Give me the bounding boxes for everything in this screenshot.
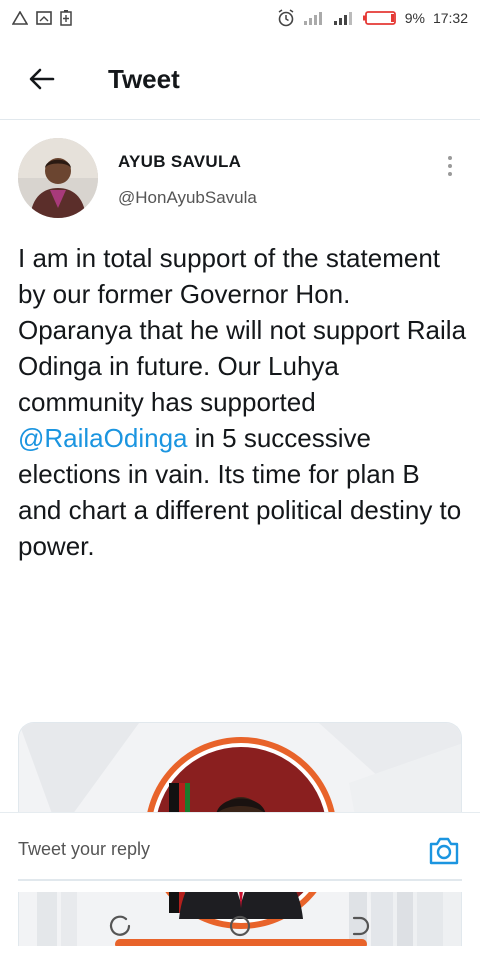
mention-link[interactable]: @RailaOdinga (18, 423, 187, 453)
nav-back-button[interactable] (340, 906, 380, 946)
more-vertical-icon (448, 156, 452, 160)
status-right-icons: 9% 17:32 (277, 9, 468, 27)
nav-back-icon (352, 916, 370, 936)
user-handle[interactable]: @HonAyubSavula (118, 188, 257, 208)
clock: 17:32 (432, 10, 468, 26)
back-button[interactable] (18, 55, 66, 103)
reply-input-underline (18, 879, 462, 881)
battery-icon (362, 11, 396, 25)
tweet-text: I am in total support of the statement b… (18, 240, 468, 564)
alarm-icon (278, 9, 294, 27)
more-vertical-icon-dot (448, 172, 452, 176)
system-nav-bar (0, 892, 480, 960)
warning-icon (12, 11, 28, 25)
header-divider (0, 119, 480, 120)
home-button[interactable] (220, 906, 260, 946)
home-icon (229, 915, 251, 937)
display-name[interactable]: AYUB SAVULA (118, 152, 241, 172)
camera-icon (429, 837, 459, 865)
more-vertical-icon-dot (448, 164, 452, 168)
tweet-text-before: I am in total support of the statement b… (18, 243, 467, 417)
avatar[interactable] (18, 138, 98, 218)
more-options-button[interactable] (436, 146, 464, 186)
page-title: Tweet (108, 63, 180, 94)
header: Tweet (0, 48, 480, 110)
reply-input[interactable]: Tweet your reply (18, 839, 150, 860)
status-left-icons (12, 10, 72, 26)
reply-bar: Tweet your reply (0, 812, 480, 892)
screenshot-icon (36, 11, 52, 25)
signal-sim1-icon (303, 12, 322, 25)
signal-sim2-icon (333, 12, 352, 25)
recent-apps-icon (109, 915, 131, 936)
arrow-left-icon (29, 68, 55, 90)
camera-button[interactable] (426, 833, 462, 869)
status-bar: 9% 17:32 (0, 0, 480, 36)
battery-saver-icon (60, 10, 72, 26)
battery-percent: 9% (404, 10, 425, 26)
avatar-image (18, 138, 98, 218)
recent-apps-button[interactable] (100, 906, 140, 946)
